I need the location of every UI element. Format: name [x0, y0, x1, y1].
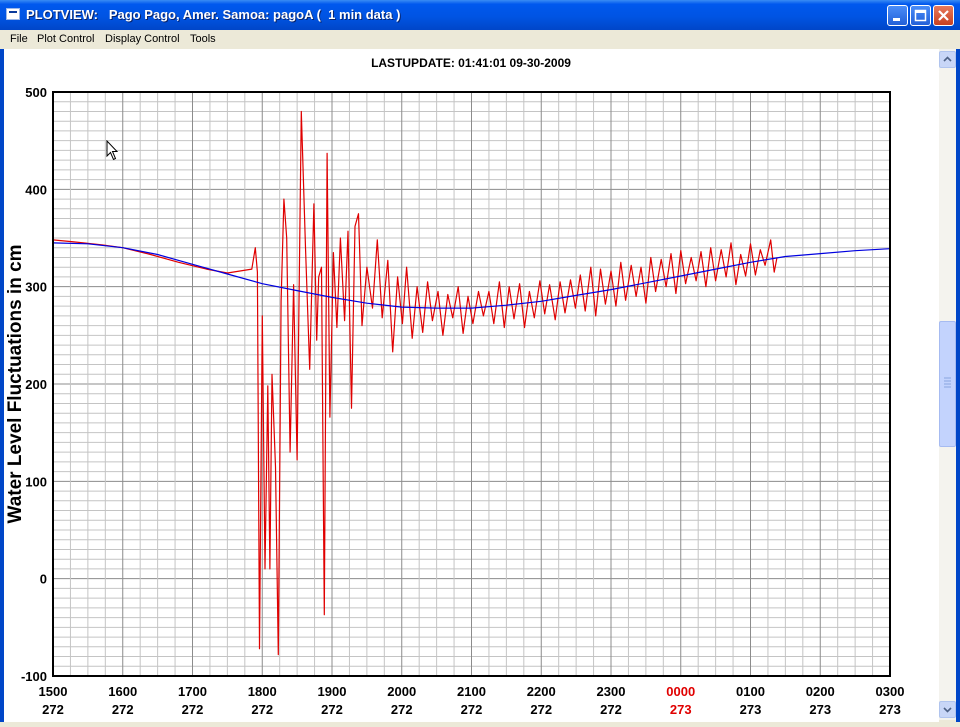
menu-plot-control[interactable]: Plot Control — [37, 33, 94, 45]
x-tick-day-label: 272 — [530, 702, 552, 717]
maximize-icon — [914, 9, 927, 22]
scroll-thumb[interactable] — [939, 321, 956, 447]
x-tick-day-label: 272 — [251, 702, 273, 717]
x-tick-time-label: 0100 — [736, 684, 765, 699]
window-title: PLOTVIEW: Pago Pago, Amer. Samoa: pagoA … — [26, 7, 401, 22]
x-tick-day-label: 272 — [321, 702, 343, 717]
chevron-down-icon — [943, 707, 952, 713]
plot-area: LASTUPDATE: 01:41:01 09-30-2009 500 400 30… — [4, 49, 939, 722]
chart-grid — [52, 91, 891, 677]
x-tick-time-label: 2000 — [387, 684, 416, 699]
chevron-up-icon — [943, 56, 952, 62]
y-axis-label: Water Level Fluctuations in cm — [5, 244, 26, 523]
x-tick-day-label: 272 — [42, 702, 64, 717]
observed-water-level-line — [52, 110, 778, 656]
water-level-chart: LASTUPDATE: 01:41:01 09-30-2009 500 400 30… — [5, 56, 905, 717]
x-tick-day-label: 273 — [740, 702, 762, 717]
vertical-scrollbar[interactable] — [939, 49, 956, 720]
close-icon — [938, 10, 949, 21]
x-tick-time-label: 1600 — [108, 684, 137, 699]
x-tick-day-label: 272 — [461, 702, 483, 717]
x-tick-day-label: 272 — [391, 702, 413, 717]
x-tick-day-label: 272 — [112, 702, 134, 717]
x-tick-day-label: 273 — [879, 702, 901, 717]
x-tick-time-label: 1500 — [39, 684, 68, 699]
x-tick-time-label: 0300 — [876, 684, 905, 699]
mouse-pointer-icon — [106, 140, 119, 161]
y-tick-label: 400 — [25, 182, 47, 197]
y-tick-label: 300 — [25, 280, 47, 295]
scroll-up-button[interactable] — [939, 51, 956, 68]
menu-file[interactable]: File — [10, 33, 28, 45]
x-axis: 1500 272 1600 272 1700 272 1800 272 1900 272 2000 2… — [39, 684, 905, 717]
y-tick-label: 500 — [25, 85, 47, 100]
x-tick-time-label: 1700 — [178, 684, 207, 699]
x-tick-day-label: 272 — [182, 702, 204, 717]
minimize-icon — [893, 18, 900, 21]
x-tick-day-label: 273 — [670, 702, 692, 717]
menu-display-control[interactable]: Display Control — [105, 33, 180, 45]
app-icon[interactable] — [6, 8, 20, 20]
scroll-down-button[interactable] — [939, 701, 956, 718]
x-tick-time-label: 1800 — [248, 684, 277, 699]
maximize-button[interactable] — [910, 5, 931, 26]
last-update-label: LASTUPDATE: 01:41:01 09-30-2009 — [371, 56, 571, 70]
x-tick-day-label: 273 — [809, 702, 831, 717]
y-tick-label: 0 — [40, 572, 47, 587]
y-tick-label: -100 — [21, 669, 47, 684]
x-tick-day-label: 272 — [600, 702, 622, 717]
grip-icon — [944, 377, 951, 388]
y-tick-label: 100 — [25, 474, 47, 489]
x-tick-time-label: 0200 — [806, 684, 835, 699]
x-tick-time-label: 2300 — [597, 684, 626, 699]
minimize-button[interactable] — [887, 5, 908, 26]
x-tick-time-label: 1900 — [318, 684, 347, 699]
x-tick-time-label: 0000 — [666, 684, 695, 699]
close-button[interactable] — [933, 5, 954, 26]
title-bar[interactable]: PLOTVIEW: Pago Pago, Amer. Samoa: pagoA … — [0, 0, 960, 30]
y-tick-label: 200 — [25, 377, 47, 392]
x-tick-time-label: 2100 — [457, 684, 486, 699]
window-right-border — [956, 30, 960, 722]
menu-tools[interactable]: Tools — [190, 33, 216, 45]
x-tick-time-label: 2200 — [527, 684, 556, 699]
menu-bar: File Plot Control Display Control Tools — [0, 30, 960, 49]
